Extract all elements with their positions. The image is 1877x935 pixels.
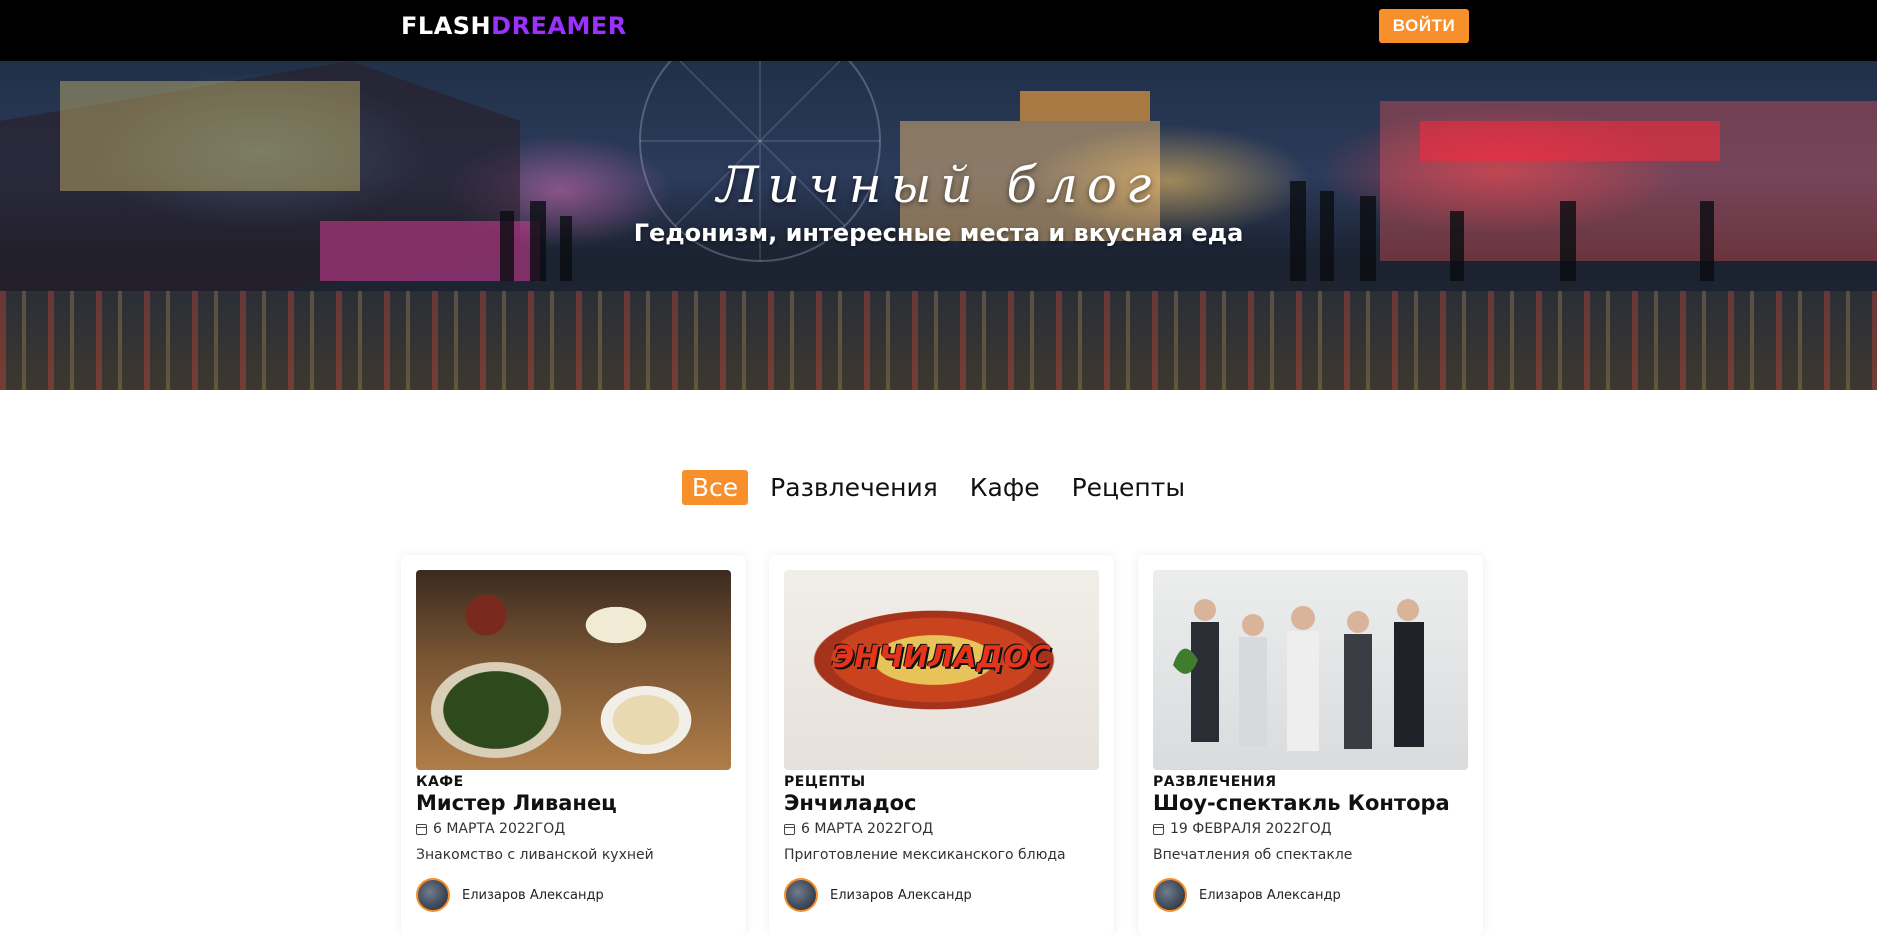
tab-all[interactable]: Все	[681, 470, 749, 505]
post-date-text: 19 ФЕВРАЛЯ 2022ГОД	[1170, 821, 1332, 837]
post-date-text: 6 МАРТА 2022ГОД	[433, 821, 566, 837]
post-image-enchilada[interactable]: ЭНЧИЛАДОС	[784, 570, 1099, 770]
post-author[interactable]: Елизаров Александр	[1153, 878, 1341, 912]
author-name: Елизаров Александр	[1199, 887, 1341, 903]
post-image-caption: ЭНЧИЛАДОС	[832, 640, 1051, 675]
author-avatar	[1153, 878, 1187, 912]
category-filter-tabs: Все Развлечения Кафе Рецепты	[0, 470, 1877, 505]
post-category: РАЗВЛЕЧЕНИЯ	[1153, 774, 1277, 790]
post-card[interactable]: ЭНЧИЛАДОС РЕЦЕПТЫ Энчиладос 6 МАРТА 2022…	[769, 555, 1114, 935]
author-name: Елизаров Александр	[462, 887, 604, 903]
post-date: 19 ФЕВРАЛЯ 2022ГОД	[1153, 821, 1332, 837]
calendar-icon	[416, 823, 427, 835]
post-description: Знакомство с ливанской кухней	[416, 847, 654, 863]
tab-cafe[interactable]: Кафе	[960, 470, 1050, 505]
logo-text-flash: FLASH	[401, 12, 492, 40]
tab-recipes[interactable]: Рецепты	[1062, 470, 1196, 505]
site-logo[interactable]: FLASHDREAMER	[401, 12, 627, 40]
author-avatar	[784, 878, 818, 912]
post-date: 6 МАРТА 2022ГОД	[784, 821, 933, 837]
post-image-lebanese-food[interactable]	[416, 570, 731, 770]
hero-water-reflection	[0, 291, 1877, 390]
post-card[interactable]: РАЗВЛЕЧЕНИЯ Шоу-спектакль Контора 19 ФЕВ…	[1138, 555, 1483, 935]
post-description: Приготовление мексиканского блюда	[784, 847, 1066, 863]
author-name: Елизаров Александр	[830, 887, 972, 903]
hero-title: Личный блог	[716, 156, 1161, 214]
author-avatar	[416, 878, 450, 912]
post-category: КАФЕ	[416, 774, 464, 790]
tab-entertainment[interactable]: Развлечения	[760, 470, 948, 505]
post-image-show-cast[interactable]	[1153, 570, 1468, 770]
post-title[interactable]: Мистер Ливанец	[416, 791, 617, 815]
calendar-icon	[1153, 823, 1164, 835]
post-title[interactable]: Шоу-спектакль Контора	[1153, 791, 1450, 815]
top-navbar: FLASHDREAMER ВОЙТИ	[0, 0, 1877, 61]
post-date: 6 МАРТА 2022ГОД	[416, 821, 565, 837]
post-title[interactable]: Энчиладос	[784, 791, 916, 815]
cast-silhouettes	[1173, 599, 1424, 751]
hero-subtitle: Гедонизм, интересные места и вкусная еда	[633, 219, 1244, 247]
post-author[interactable]: Елизаров Александр	[416, 878, 604, 912]
post-description: Впечатления об спектакле	[1153, 847, 1353, 863]
logo-text-dreamer: DREAMER	[491, 12, 627, 40]
post-card[interactable]: КАФЕ Мистер Ливанец 6 МАРТА 2022ГОД Знак…	[401, 555, 746, 935]
post-author[interactable]: Елизаров Александр	[784, 878, 972, 912]
login-button[interactable]: ВОЙТИ	[1379, 9, 1469, 43]
post-date-text: 6 МАРТА 2022ГОД	[801, 821, 934, 837]
calendar-icon	[784, 823, 795, 835]
hero-banner: Личный блог Гедонизм, интересные места и…	[0, 61, 1877, 390]
post-category: РЕЦЕПТЫ	[784, 774, 866, 790]
